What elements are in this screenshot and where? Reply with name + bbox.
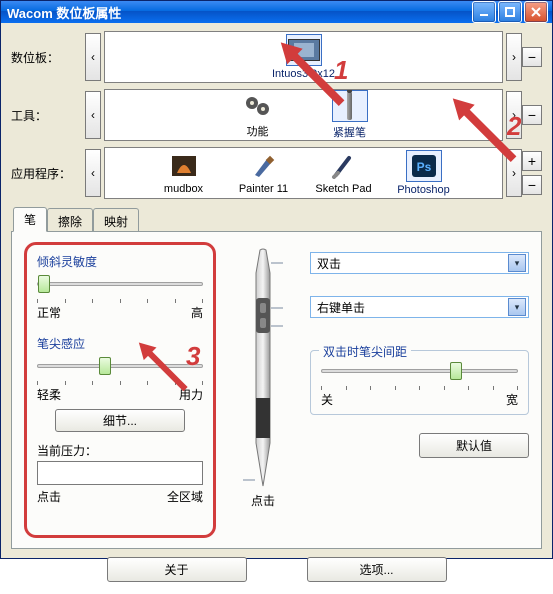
tilt-max-label: 高: [191, 304, 203, 321]
options-button[interactable]: 选项...: [307, 557, 447, 582]
tablet-label: 数位板：: [11, 49, 85, 66]
minimize-button[interactable]: [472, 1, 496, 23]
app-next-button[interactable]: ›: [506, 149, 522, 197]
app-strip: mudbox Painter 11 Sketch Pad Ps: [104, 147, 503, 199]
doubleclick-heading: 双击时笔尖间距: [319, 343, 411, 360]
pen-graphic-column: 点击: [226, 242, 300, 538]
detail-button[interactable]: 细节...: [55, 409, 185, 432]
tool-next-button[interactable]: ›: [506, 91, 522, 139]
top-button-select[interactable]: 双击 ▾: [310, 252, 529, 274]
mid-button-select[interactable]: 右键单击 ▾: [310, 296, 529, 318]
app-item-mudbox[interactable]: mudbox: [149, 151, 219, 195]
tablet-next-button[interactable]: ›: [506, 33, 522, 81]
tool-row: 工具： ‹ 功能 紧握笔 › −: [11, 89, 542, 141]
app-item-sketchpad[interactable]: Sketch Pad: [309, 151, 379, 195]
app-item-label: Painter 11: [239, 183, 288, 195]
tablet-strip: Intuos3 9x12: [104, 31, 503, 83]
sketchpad-icon: [327, 151, 361, 181]
tip-heading: 笔尖感应: [37, 335, 203, 352]
painter-icon: [247, 151, 281, 181]
doubleclick-distance-group: 双击时笔尖间距 关 宽: [310, 350, 529, 415]
tab-pen[interactable]: 笔: [13, 207, 47, 232]
tab-mapping[interactable]: 映射: [93, 208, 139, 233]
tool-label: 工具：: [11, 107, 85, 124]
mid-select-value: 右键单击: [317, 299, 365, 316]
pen-icon: [332, 90, 368, 122]
tablet-row: 数位板： ‹ Intuos3 9x12 › −: [11, 31, 542, 83]
pressure-click-label: 点击: [37, 488, 61, 505]
tool-item-grip-pen[interactable]: 紧握笔: [315, 90, 385, 140]
window-title: Wacom 数位板属性: [7, 3, 472, 22]
app-item-painter[interactable]: Painter 11: [229, 151, 299, 195]
current-pressure-label: 当前压力：: [37, 442, 203, 459]
app-prev-button[interactable]: ‹: [85, 149, 101, 197]
tip-min-label: 轻柔: [37, 386, 61, 403]
app-add-button[interactable]: +: [522, 151, 542, 171]
tablet-item-intuos3[interactable]: Intuos3 9x12: [269, 34, 339, 80]
app-item-label: Photoshop: [397, 184, 450, 196]
pressure-meter: [37, 461, 203, 485]
photoshop-icon: Ps: [406, 150, 442, 182]
top-select-value: 双击: [317, 255, 341, 272]
app-item-label: Sketch Pad: [315, 183, 371, 195]
tip-max-label: 用力: [179, 386, 203, 403]
chevron-down-icon: ▾: [508, 298, 526, 316]
tip-slider[interactable]: [37, 356, 203, 376]
about-button[interactable]: 关于: [107, 557, 247, 582]
default-button[interactable]: 默认值: [419, 433, 529, 458]
chevron-down-icon: ▾: [508, 254, 526, 272]
gears-icon: [241, 91, 275, 121]
app-window: Wacom 数位板属性 数位板： ‹ Intuos3 9x12: [0, 0, 553, 559]
svg-text:Ps: Ps: [416, 160, 431, 174]
close-button[interactable]: [524, 1, 548, 23]
pen-graphic-icon: [243, 248, 283, 488]
tool-item-functions[interactable]: 功能: [223, 91, 293, 139]
app-label: 应用程序：: [11, 165, 85, 182]
tool-item-label: 功能: [247, 123, 269, 139]
client-area: 数位板： ‹ Intuos3 9x12 › − 工具： ‹: [1, 23, 552, 594]
title-bar: Wacom 数位板属性: [1, 1, 552, 23]
app-remove-button[interactable]: −: [522, 175, 542, 195]
tab-eraser[interactable]: 擦除: [47, 208, 93, 233]
tilt-min-label: 正常: [37, 304, 61, 321]
maximize-button[interactable]: [498, 1, 522, 23]
pressure-full-label: 全区域: [167, 488, 203, 505]
tab-strip: 笔 擦除 映射: [11, 209, 542, 231]
dist-min-label: 关: [321, 391, 333, 408]
tablet-item-label: Intuos3 9x12: [272, 68, 335, 80]
app-item-photoshop[interactable]: Ps Photoshop: [389, 150, 459, 196]
pen-click-label: 点击: [251, 492, 275, 509]
mudbox-icon: [167, 151, 201, 181]
tool-item-label: 紧握笔: [333, 124, 366, 140]
highlight-group: 倾斜灵敏度 正常 高 笔尖感应 轻柔 用力: [24, 242, 216, 538]
tilt-slider[interactable]: [37, 274, 203, 294]
tablet-icon: [288, 39, 320, 61]
right-column: 双击 ▾ 右键单击 ▾ 双击时笔尖间距 关 宽: [310, 242, 529, 538]
tool-strip: 功能 紧握笔: [104, 89, 503, 141]
bottom-button-row: 关于 选项...: [11, 549, 542, 586]
dist-max-label: 宽: [506, 391, 518, 408]
app-item-label: mudbox: [164, 183, 203, 195]
tablet-remove-button[interactable]: −: [522, 47, 542, 67]
tool-prev-button[interactable]: ‹: [85, 91, 101, 139]
tilt-heading: 倾斜灵敏度: [37, 253, 203, 270]
tablet-prev-button[interactable]: ‹: [85, 33, 101, 81]
app-row: 应用程序： ‹ mudbox Painter 11: [11, 147, 542, 199]
tab-panel-pen: 倾斜灵敏度 正常 高 笔尖感应 轻柔 用力: [11, 231, 542, 549]
doubleclick-slider[interactable]: [321, 361, 518, 381]
tool-remove-button[interactable]: −: [522, 105, 542, 125]
